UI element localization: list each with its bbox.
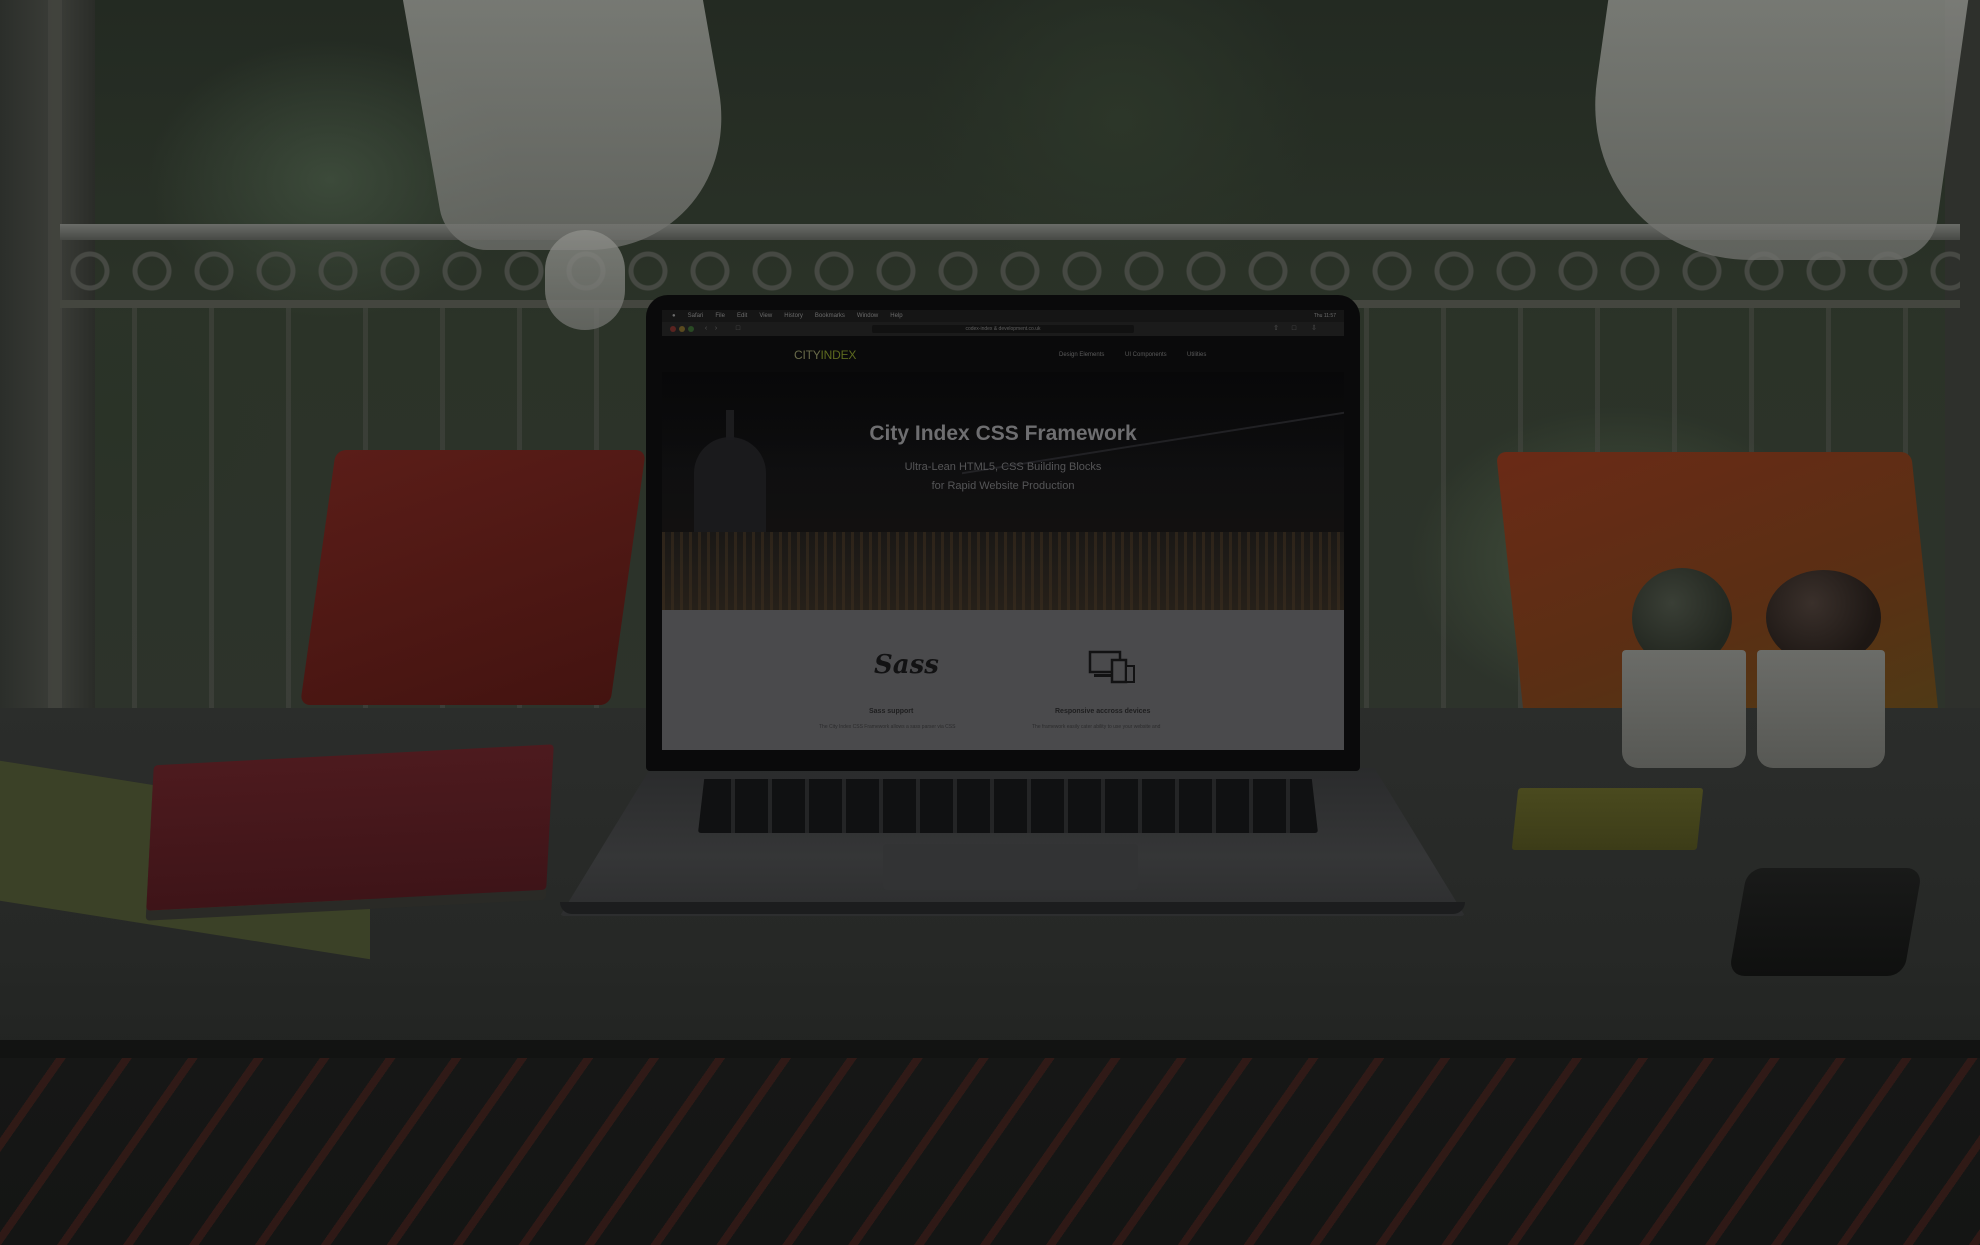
laptop-base-edge <box>560 902 1465 914</box>
apple-icon[interactable]: ● <box>672 310 676 322</box>
feature-text-sass: The City Index CSS Framework allows a sa… <box>819 724 956 730</box>
share-icon[interactable]: ⇧ <box>1272 325 1280 333</box>
sticky-notes <box>1511 788 1704 850</box>
minimize-window-button[interactable] <box>679 326 685 332</box>
back-arrow-icon[interactable]: ‹ <box>702 325 710 333</box>
responsive-devices-icon <box>1088 650 1135 684</box>
desk-edge <box>0 1040 1980 1058</box>
balcony-railing-ornament <box>60 242 1960 300</box>
curtain-left-tie <box>545 230 625 330</box>
red-chair-left <box>300 450 646 705</box>
nav-ui-components[interactable]: UI Components <box>1125 352 1167 358</box>
red-notebook <box>146 744 554 911</box>
floor-shadow <box>0 1058 1980 1245</box>
menubar-history[interactable]: History <box>784 310 803 322</box>
city-skyline <box>662 532 1344 610</box>
menubar-bookmarks[interactable]: Bookmarks <box>815 310 845 322</box>
menubar-view[interactable]: View <box>759 310 772 322</box>
site-header: CITYINDEX Design Elements UI Components … <box>662 336 1344 372</box>
hero-title: City Index CSS Framework <box>869 422 1137 445</box>
sass-logo-icon: Sass <box>874 650 939 680</box>
features-section: Sass Sass support The City Index CSS Fra… <box>662 610 1344 750</box>
hero-banner: City Index CSS Framework Ultra-Lean HTML… <box>662 372 1344 610</box>
sidebar-icon[interactable]: □ <box>734 325 742 333</box>
hero-subtitle: Ultra-Lean HTML5, CSS Building Blocks fo… <box>662 458 1344 496</box>
site-logo[interactable]: CITYINDEX <box>794 348 856 362</box>
menubar-app[interactable]: Safari <box>688 310 704 322</box>
close-window-button[interactable] <box>670 326 676 332</box>
menubar-clock[interactable]: Thu 11:57 <box>1314 310 1344 322</box>
hero-subtitle-line-2: for Rapid Website Production <box>931 480 1075 492</box>
menubar-window[interactable]: Window <box>857 310 878 322</box>
plant-pot-left <box>1622 650 1746 768</box>
mac-menubar: ● Safari File Edit View History Bookmark… <box>662 310 1344 322</box>
feature-title-sass: Sass support <box>869 708 914 715</box>
forward-arrow-icon[interactable]: › <box>712 325 720 333</box>
smartphone <box>1728 868 1923 976</box>
laptop-keyboard <box>698 779 1318 833</box>
browser-toolbar: ‹ › □ codex-index & development.co.uk ⇧ … <box>662 322 1344 337</box>
menubar-edit[interactable]: Edit <box>737 310 747 322</box>
nav-design-elements[interactable]: Design Elements <box>1059 352 1104 358</box>
menubar-file[interactable]: File <box>715 310 725 322</box>
nav-utilities[interactable]: Utilities <box>1187 352 1206 358</box>
feature-text-responsive: The framework easily cater ability to us… <box>1032 724 1161 730</box>
feature-title-responsive: Responsive accross devices <box>1055 708 1151 715</box>
hero-subtitle-line-1: Ultra-Lean HTML5, CSS Building Blocks <box>904 461 1102 473</box>
menubar-help[interactable]: Help <box>890 310 902 322</box>
zoom-window-button[interactable] <box>688 326 694 332</box>
download-icon[interactable]: ⇩ <box>1310 325 1318 333</box>
logo-index: INDEX <box>820 348 857 362</box>
laptop-trackpad <box>883 844 1138 890</box>
logo-city: CITY <box>794 348 821 362</box>
laptop-screen: ● Safari File Edit View History Bookmark… <box>662 310 1344 750</box>
plant-pot-right <box>1757 650 1885 768</box>
tabs-icon[interactable]: □ <box>1290 325 1298 333</box>
photo-scene: ● Safari File Edit View History Bookmark… <box>0 0 1980 1245</box>
address-bar[interactable]: codex-index & development.co.uk <box>872 325 1134 333</box>
